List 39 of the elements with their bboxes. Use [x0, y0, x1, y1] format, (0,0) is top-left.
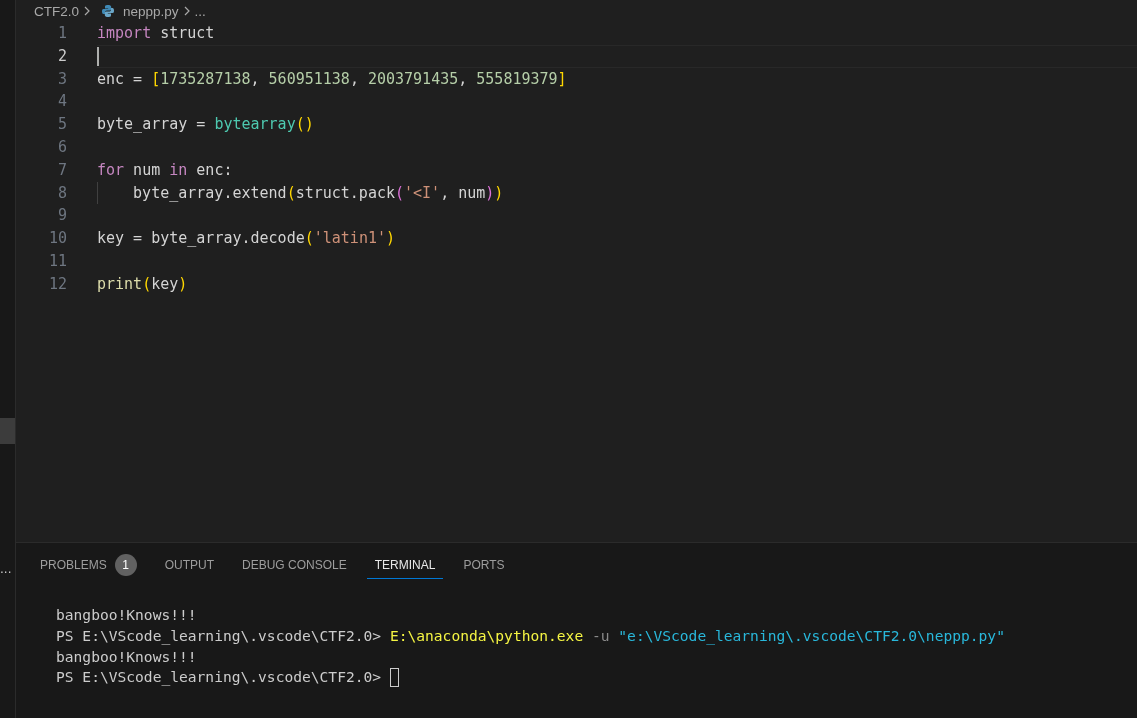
- line-number: 9: [56, 205, 67, 227]
- chevron-icon: [182, 6, 191, 16]
- code-line: for num in enc:: [97, 159, 233, 181]
- line-number: 4: [56, 91, 67, 113]
- breadcrumb-item[interactable]: ...: [194, 3, 206, 19]
- python-file-icon: [101, 4, 115, 18]
- terminal-line: PS E:\VScode_learning\.vscode\CTF2.0>: [56, 667, 383, 688]
- line-number: 2: [56, 45, 67, 67]
- breadcrumb-item[interactable]: CTF2.0: [34, 3, 79, 19]
- breadcrumb-item[interactable]: neppp.py: [123, 3, 179, 19]
- more-label[interactable]: ...: [0, 562, 15, 576]
- code-line: print(key): [97, 273, 188, 295]
- terminal-line: bangboo!Knows!!!: [56, 646, 197, 667]
- terminal-line: bangboo!Knows!!!: [56, 605, 197, 625]
- panel-tab[interactable]: DEBUG CONSOLE: [234, 551, 355, 579]
- line-number: 12: [47, 273, 67, 295]
- line-number: 1: [56, 23, 67, 44]
- line-number: 5: [56, 114, 67, 136]
- sidebar-item-highlight: [0, 418, 15, 444]
- panel-tab[interactable]: PORTS: [455, 551, 513, 579]
- terminal-line: PS E:\VScode_learning\.vscode\CTF2.0> E:\anaconda\python.exe -u "e:\VScode_learning\.vscode\CTF2.0\neppp.py": [56, 625, 1005, 647]
- line-number: 8: [56, 182, 67, 204]
- line-number: 11: [47, 250, 67, 272]
- line-number: 6: [56, 137, 67, 158]
- panel-tab[interactable]: OUTPUT: [156, 551, 223, 579]
- code-line: key = byte_array.decode('latin1'): [97, 228, 396, 250]
- code-line: import struct: [97, 23, 215, 44]
- text-cursor: [97, 46, 99, 66]
- code-line: byte_array.extend(struct.pack('<I', num)): [97, 181, 504, 205]
- panel-tab[interactable]: PROBLEMS 1: [32, 547, 145, 583]
- chevron-icon: [83, 6, 91, 16]
- line-number: 3: [56, 68, 67, 90]
- panel-tab[interactable]: TERMINAL: [366, 551, 444, 579]
- line-number: 7: [56, 159, 67, 181]
- code-line: byte_array = bytearray(): [97, 114, 314, 136]
- line-number: 10: [47, 228, 67, 250]
- code-line: enc = [1735287138, 560951138, 2003791435, 555819379]: [97, 68, 567, 90]
- count-badge: 1: [114, 553, 137, 576]
- terminal-cursor: [389, 668, 399, 688]
